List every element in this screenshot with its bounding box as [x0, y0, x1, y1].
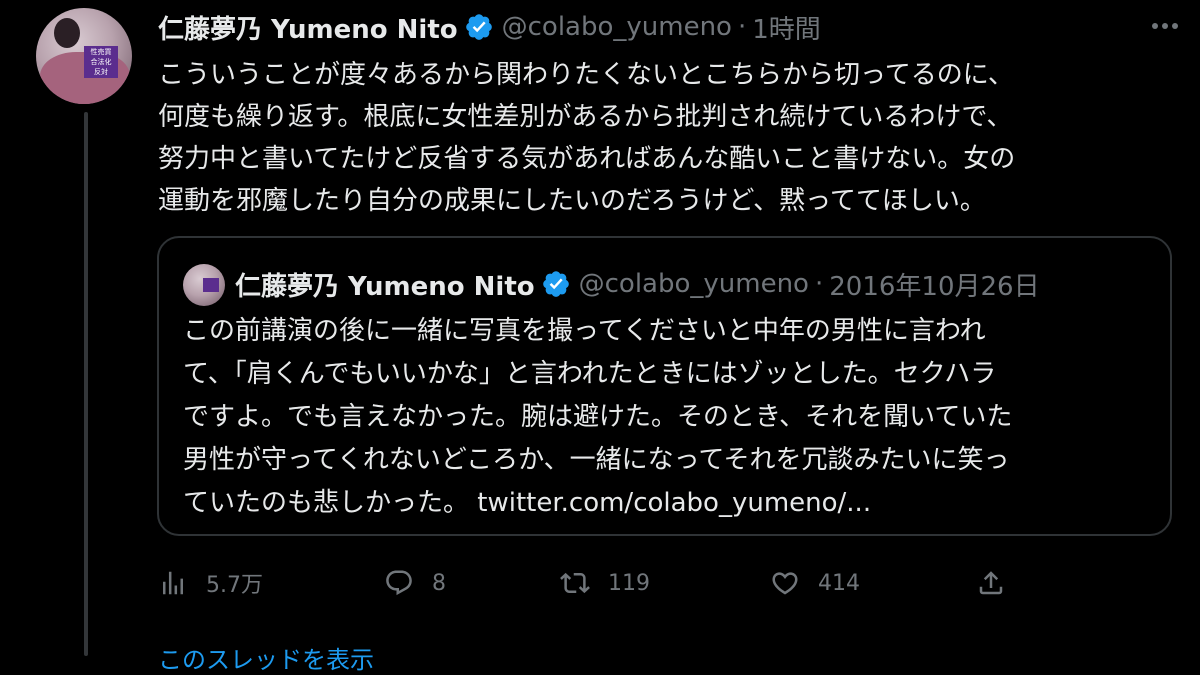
more-dot — [1162, 23, 1168, 29]
quoted-avatar — [183, 264, 225, 306]
more-dot — [1152, 23, 1158, 29]
show-thread-link[interactable]: このスレッドを表示 — [158, 640, 374, 675]
author-handle[interactable]: @colabo_yumeno — [502, 12, 732, 42]
share-icon — [979, 571, 1003, 595]
quoted-text-line: 男性が守ってくれないどころか、一緒になってそれを冗談みたいに笑っ — [183, 445, 1010, 475]
verified-badge-icon — [542, 271, 569, 297]
avatar-sign-line: 反対 — [94, 68, 108, 76]
views-button[interactable]: 5.7万 — [158, 560, 263, 606]
avatar[interactable]: 性売買 合法化 反対 — [36, 8, 132, 104]
retweet-button[interactable]: 119 — [560, 560, 650, 606]
retweet-icon — [560, 572, 590, 594]
separator-dot: · — [814, 269, 824, 299]
quoted-author-handle: @colabo_yumeno — [578, 269, 809, 299]
like-count: 414 — [818, 570, 860, 596]
avatar-sign: 性売買 合法化 反対 — [84, 46, 118, 78]
tweet-text-line: 努力中と書いてたけど反省する気があればあんな酷いこと書けない。女の — [158, 144, 1016, 174]
separator-dot: · — [737, 12, 747, 42]
quoted-tweet-header: 仁藤夢乃 Yumeno Nito @colabo_yumeno · 2016年1… — [235, 262, 1040, 306]
tweet-text-line: こういうことが度々あるから関わりたくないとこちらから切ってるのに、 — [158, 60, 1014, 90]
quoted-text-line: ですよ。でも言えなかった。腕は避けた。そのとき、それを聞いていた — [183, 402, 1013, 432]
quoted-text-line: この前講演の後に一緒に写真を撮ってくださいと中年の男性に言われ — [183, 316, 986, 346]
quoted-author-name: 仁藤夢乃 Yumeno Nito — [235, 271, 535, 302]
quoted-tweet-card[interactable]: 仁藤夢乃 Yumeno Nito @colabo_yumeno · 2016年1… — [157, 236, 1172, 536]
reply-count: 8 — [432, 570, 446, 596]
quoted-text-line: ていたのも悲しかった。 twitter.com/colabo_yumeno/..… — [183, 488, 872, 518]
views-count: 5.7万 — [206, 573, 263, 598]
quoted-text-line: て、「肩くんでもいいかな」と言われたときにはゾッとした。セクハラ — [183, 359, 997, 389]
quoted-tweet-text: この前講演の後に一緒に写真を撮ってくださいと中年の男性に言われ て、「肩くんでも… — [183, 310, 1153, 525]
tweet-header: 仁藤夢乃 Yumeno Nito @colabo_yumeno · 1時間 — [158, 4, 821, 50]
author-name[interactable]: 仁藤夢乃 Yumeno Nito — [158, 9, 458, 46]
tweet-time[interactable]: 1時間 — [752, 9, 821, 46]
tweet-text: こういうことが度々あるから関わりたくないとこちらから切ってるのに、 何度も繰り返… — [158, 54, 1168, 222]
more-dot — [1172, 23, 1178, 29]
avatar-head — [54, 18, 80, 48]
reply-button[interactable]: 8 — [384, 560, 446, 606]
quoted-avatar-sign — [203, 278, 219, 292]
tweet-actions: 5.7万 8 119 414 — [158, 560, 1018, 606]
thread-line — [84, 112, 88, 656]
like-button[interactable]: 414 — [770, 560, 860, 606]
more-icon[interactable] — [1152, 16, 1192, 36]
avatar-sign-line: 合法化 — [90, 58, 112, 66]
verified-badge-icon — [465, 14, 492, 40]
like-icon — [772, 572, 798, 595]
tweet-text-line: 何度も繰り返す。根底に女性差別があるから批判され続けているわけで、 — [158, 102, 1013, 132]
retweet-count: 119 — [608, 570, 650, 596]
tweet-text-line: 運動を邪魔したり自分の成果にしたいのだろうけど、黙っててほしい。 — [158, 186, 986, 216]
reply-icon — [386, 570, 412, 596]
share-button[interactable] — [976, 560, 1006, 606]
avatar-sign-line: 性売買 — [90, 48, 112, 56]
quoted-tweet-date: 2016年10月26日 — [829, 271, 1040, 302]
views-icon — [163, 571, 183, 595]
